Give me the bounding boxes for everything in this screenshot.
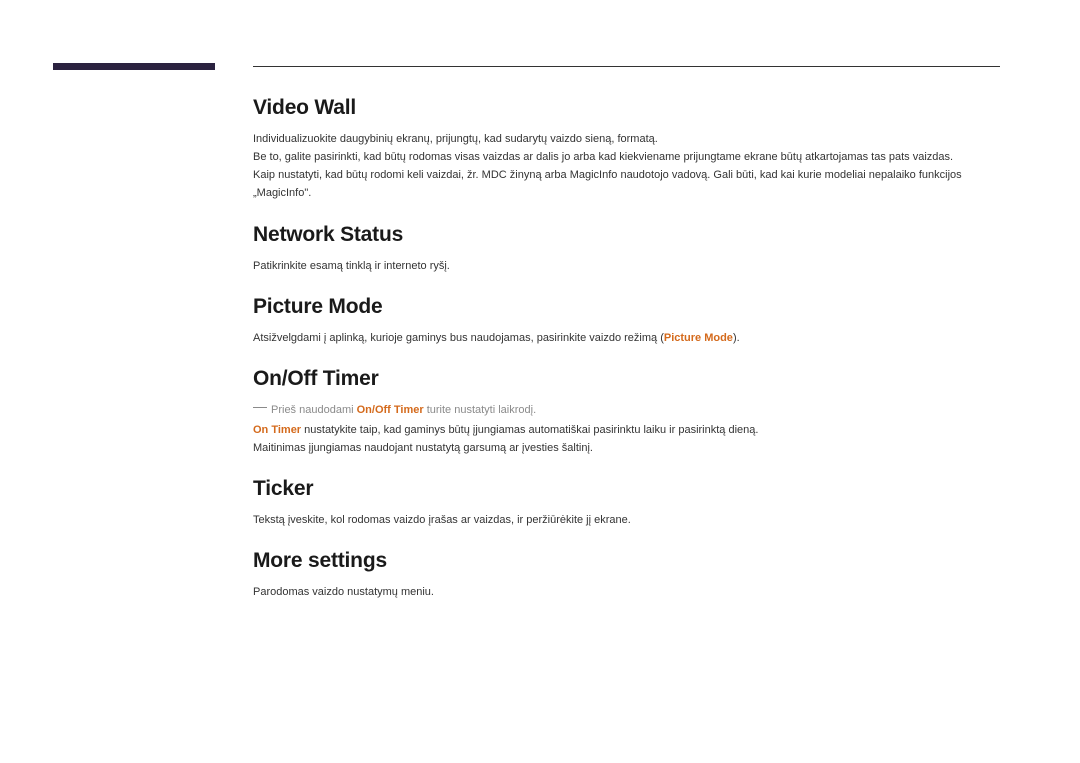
section-ticker: Ticker Tekstą įveskite, kol rodomas vaiz…	[253, 477, 1000, 529]
text-fragment: ).	[733, 332, 740, 344]
paragraph: Patikrinkite esamą tinklą ir interneto r…	[253, 257, 1000, 275]
note-dash-icon	[253, 407, 267, 408]
section-more-settings: More settings Parodomas vaizdo nustatymų…	[253, 549, 1000, 601]
paragraph: On Timer nustatykite taip, kad gaminys b…	[253, 421, 1000, 439]
heading-video-wall: Video Wall	[253, 96, 1000, 120]
heading-network-status: Network Status	[253, 223, 1000, 247]
heading-ticker: Ticker	[253, 477, 1000, 501]
heading-picture-mode: Picture Mode	[253, 295, 1000, 319]
note-line: Prieš naudodami On/Off Timer turite nust…	[253, 401, 1000, 419]
text-fragment: Prieš naudodami	[271, 404, 357, 416]
paragraph: Kaip nustatyti, kad būtų rodomi keli vai…	[253, 166, 1000, 202]
emphasized-term: Picture Mode	[664, 332, 733, 344]
section-on-off-timer: On/Off Timer Prieš naudodami On/Off Time…	[253, 367, 1000, 457]
paragraph: Tekstą įveskite, kol rodomas vaizdo įraš…	[253, 511, 1000, 529]
section-network-status: Network Status Patikrinkite esamą tinklą…	[253, 223, 1000, 275]
section-video-wall: Video Wall Individualizuokite daugybinių…	[253, 96, 1000, 203]
heading-more-settings: More settings	[253, 549, 1000, 573]
paragraph: Be to, galite pasirinkti, kad būtų rodom…	[253, 148, 1000, 166]
text-fragment: nustatykite taip, kad gaminys būtų įjung…	[301, 424, 758, 436]
paragraph: Maitinimas įjungiamas naudojant nustatyt…	[253, 439, 1000, 457]
paragraph: Parodomas vaizdo nustatymų meniu.	[253, 583, 1000, 601]
emphasized-term: On/Off Timer	[357, 404, 424, 416]
text-fragment: Atsižvelgdami į aplinką, kurioje gaminys…	[253, 332, 664, 344]
horizontal-rule	[253, 66, 1000, 67]
paragraph: Individualizuokite daugybinių ekranų, pr…	[253, 130, 1000, 148]
heading-on-off-timer: On/Off Timer	[253, 367, 1000, 391]
text-fragment: turite nustatyti laikrodį.	[424, 404, 537, 416]
paragraph: Atsižvelgdami į aplinką, kurioje gaminys…	[253, 329, 1000, 347]
emphasized-term: On Timer	[253, 424, 301, 436]
section-picture-mode: Picture Mode Atsižvelgdami į aplinką, ku…	[253, 295, 1000, 347]
document-content: Video Wall Individualizuokite daugybinių…	[253, 96, 1000, 622]
page-tab-indicator	[53, 63, 215, 70]
